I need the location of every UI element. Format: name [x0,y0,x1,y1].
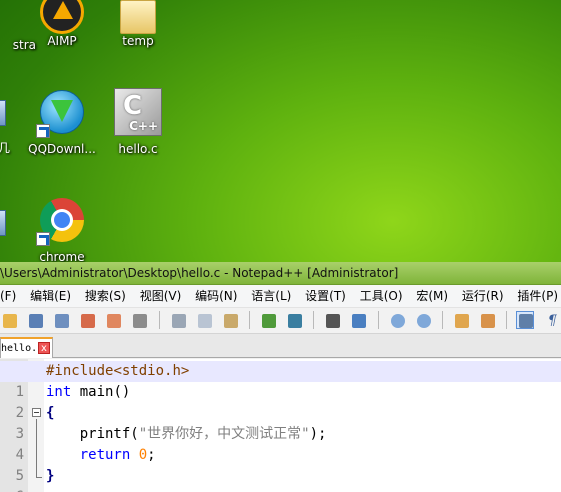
header-token: <stdio.h> [113,363,190,379]
menu-bar: (F) 编辑(E) 搜索(S) 视图(V) 编码(N) 语言(L) 设置(T) … [0,285,561,308]
paste-icon[interactable] [221,311,239,329]
menu-plugins[interactable]: 插件(P) [512,285,561,307]
menu-settings[interactable]: 设置(T) [300,285,351,307]
open-file-icon[interactable] [0,311,18,329]
fold-collapse-icon[interactable] [32,408,41,417]
save-icon[interactable] [26,311,44,329]
code-line[interactable]: 2 int main() [0,382,561,421]
menu-edit[interactable]: 编辑(E) [25,285,76,307]
punctuation-token: ); [309,426,327,442]
desktop-icon-temp[interactable]: temp [98,0,178,48]
code-line[interactable]: 3 { [0,403,561,442]
qq-download-icon [36,88,86,138]
menu-encoding[interactable]: 编码(N) [190,285,242,307]
preprocessor-token: #include [46,363,114,379]
menu-language[interactable]: 语言(L) [246,285,296,307]
code-line[interactable]: 4 printf("世界你好，中文测试正常"); [0,424,561,463]
desktop-icon-label: QQDownl... [28,142,96,156]
c-source-file-icon: C C++ [114,88,162,136]
toolbar-separator [248,311,250,329]
chrome-icon [36,196,86,246]
shortcut-arrow-icon [36,124,50,138]
close-all-icon[interactable] [104,311,122,329]
toolbar-separator [377,311,379,329]
brace-token: } [46,468,55,484]
copy-icon[interactable] [195,311,213,329]
keyword-token: int [46,384,72,400]
code-editor[interactable]: 1 #include<stdio.h> 2 int main() 3 { 4 p… [0,359,561,492]
toolbar-separator [506,311,508,329]
menu-run[interactable]: 运行(R) [457,285,509,307]
desktop-icon-aimp[interactable]: AIMP [22,0,102,48]
punctuation-token: ; [147,447,156,463]
menu-view[interactable]: 视图(V) [135,285,187,307]
fold-guide-line [36,419,37,477]
shortcut-arrow-icon [36,232,50,246]
desktop-icon-qqdownload[interactable]: QQDownl... [22,88,102,156]
zoom-in-icon[interactable] [388,311,406,329]
cut-icon[interactable] [169,311,187,329]
undo-icon[interactable] [259,311,277,329]
string-token: "世界你好，中文测试正常" [138,426,310,442]
close-file-icon[interactable] [78,311,96,329]
keyword-token: return [46,447,131,463]
toolbar-separator [313,311,315,329]
tab-label: hello.c [1,343,44,354]
window-title: \Users\Administrator\Desktop\hello.c - N… [0,266,399,280]
show-all-chars-icon[interactable]: ¶ [542,311,560,329]
aimp-icon [38,0,86,58]
toolbar-separator [158,311,160,329]
folder-icon [114,0,162,58]
fold-end-marker [36,477,42,478]
sync-horizontal-icon[interactable] [478,311,496,329]
code-line[interactable]: 1 #include<stdio.h> [0,361,561,400]
desktop-icon-label: 几 [0,141,11,155]
app-icon [0,210,6,236]
sync-vertical-icon[interactable] [452,311,470,329]
toolbar-separator [441,311,443,329]
code-line[interactable]: 6 } [0,466,561,492]
desktop-icon-hello-c[interactable]: C C++ hello.c [98,88,178,156]
menu-file[interactable]: (F) [0,285,21,307]
line-number: 6 [0,487,24,492]
number-token: 0 [138,447,148,463]
desktop: stra AIMP temp 几 QQDownl... C C++ hello.c… [0,0,561,264]
zoom-out-icon[interactable] [414,311,432,329]
tab-hello-c[interactable]: hello.c x [0,337,53,358]
find-icon[interactable] [323,311,341,329]
menu-macro[interactable]: 宏(M) [411,285,453,307]
tab-bar: hello.c x [0,334,561,358]
desktop-icon-chrome[interactable]: chrome [22,196,102,264]
code-line[interactable]: 5 return 0; [0,445,561,484]
replace-icon[interactable] [349,311,367,329]
app-icon [0,100,6,126]
tab-close-icon[interactable]: x [38,342,50,354]
notepadpp-window: \Users\Administrator\Desktop\hello.c - N… [0,262,561,492]
function-token: printf( [46,426,139,442]
menu-tools[interactable]: 工具(O) [355,285,408,307]
window-titlebar[interactable]: \Users\Administrator\Desktop\hello.c - N… [0,262,561,285]
toolbar: ¶ [0,308,561,334]
word-wrap-icon[interactable] [516,311,535,329]
menu-search[interactable]: 搜索(S) [80,285,131,307]
print-icon[interactable] [130,311,148,329]
identifier-token: main() [71,384,131,400]
redo-icon[interactable] [285,311,303,329]
save-all-icon[interactable] [52,311,70,329]
desktop-icon-label: hello.c [118,142,158,156]
brace-token: { [46,405,55,421]
